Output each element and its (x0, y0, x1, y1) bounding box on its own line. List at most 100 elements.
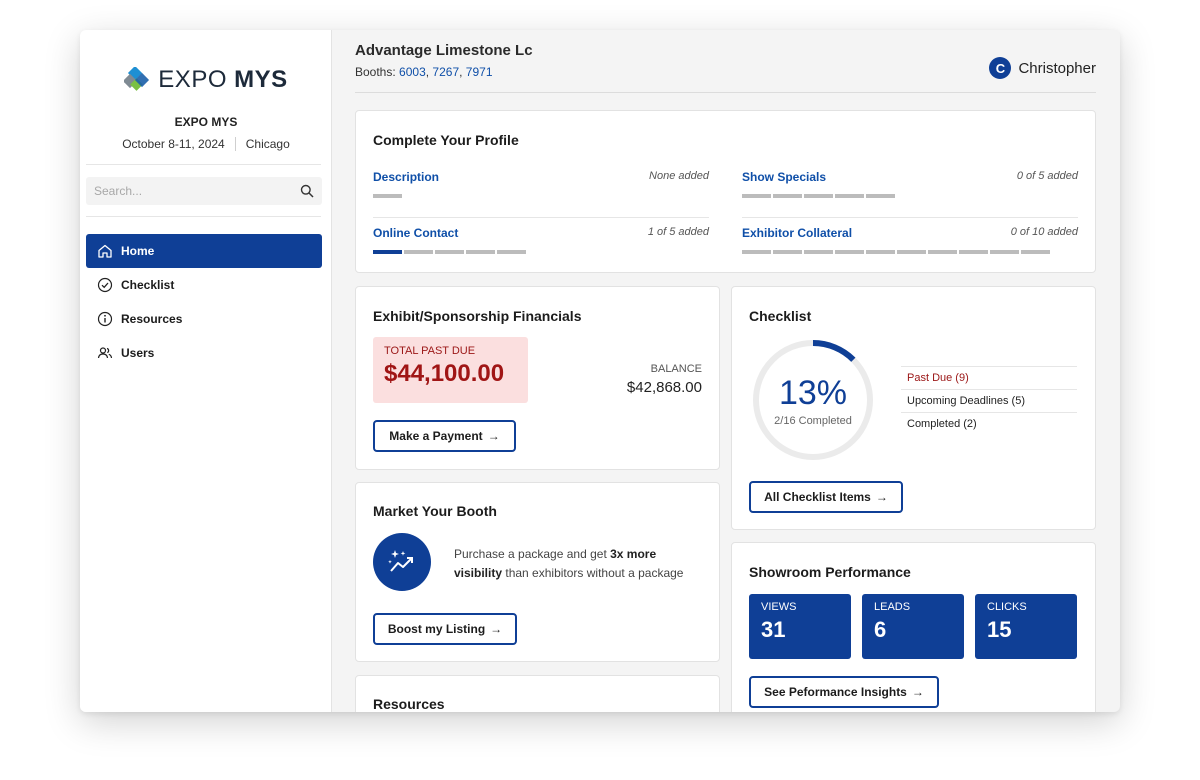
stat-label: CLICKS (987, 601, 1027, 613)
progress-segment (497, 250, 526, 254)
user-menu[interactable]: C Christopher (989, 57, 1096, 79)
make-payment-button[interactable]: Make a Payment → (373, 420, 516, 452)
progress-segment (466, 250, 495, 254)
progress-segment (897, 250, 926, 254)
home-icon (98, 244, 112, 258)
booth-link[interactable]: 7971 (466, 65, 493, 79)
stat-views: VIEWS 31 (749, 594, 851, 659)
booth-link[interactable]: 6003 (399, 65, 426, 79)
divider (742, 217, 1078, 218)
past-due-label: TOTAL PAST DUE (384, 345, 476, 357)
progress-bar (373, 250, 709, 254)
checklist-status-list: Past Due (9) Upcoming Deadlines (5) Comp… (901, 366, 1077, 435)
past-due-amount: $44,100.00 (384, 360, 505, 387)
profile-item-description[interactable]: Description None added (373, 170, 709, 198)
balance-label: BALANCE (650, 363, 702, 375)
stat-clicks: CLICKS 15 (975, 594, 1077, 659)
event-dates: October 8-11, 2024 (122, 137, 225, 151)
search-icon[interactable] (300, 184, 314, 198)
progress-segment (804, 250, 833, 254)
card-title: Checklist (749, 308, 812, 324)
logo-mark-icon (123, 65, 150, 93)
financials-card: Exhibit/Sponsorship Financials TOTAL PAS… (355, 286, 720, 470)
sidebar-item-resources[interactable]: Resources (86, 302, 322, 336)
arrow-right-icon: → (875, 490, 888, 504)
stat-label: LEADS (874, 601, 911, 613)
sidebar-item-label: Users (121, 346, 155, 360)
progress-segment (959, 250, 988, 254)
profile-item-count: None added (649, 170, 709, 182)
booth-link[interactable]: 7267 (432, 65, 459, 79)
performance-card: Showroom Performance VIEWS 31 LEADS 6 CL… (731, 542, 1096, 712)
progress-bar (373, 194, 709, 198)
sidebar-item-home[interactable]: Home (86, 234, 322, 268)
progress-segment (742, 250, 771, 254)
progress-segment (866, 194, 895, 198)
search-input[interactable] (94, 184, 274, 198)
sidebar-item-users[interactable]: Users (86, 336, 322, 370)
stat-label: VIEWS (761, 601, 797, 613)
progress-segment (773, 194, 802, 198)
event-info: EXPO MYS October 8-11, 2024 Chicago (80, 115, 332, 151)
card-title: Resources (373, 696, 445, 712)
checklist-row-completed[interactable]: Completed (2) (901, 412, 1077, 435)
checklist-row-past-due[interactable]: Past Due (9) (901, 366, 1077, 389)
market-card: Market Your Booth Purchase a package and… (355, 482, 720, 662)
arrow-right-icon: → (487, 429, 500, 443)
progress-bar (742, 194, 1078, 198)
profile-item-count: 0 of 10 added (1010, 226, 1078, 238)
progress-segment (404, 250, 433, 254)
progress-segment (835, 194, 864, 198)
card-title: Market Your Booth (373, 503, 497, 519)
sidebar: EXPO MYS EXPO MYS October 8-11, 2024 Chi… (80, 30, 332, 712)
profile-item-exhibitor-collateral[interactable]: Exhibitor Collateral 0 of 10 added (742, 226, 1078, 254)
users-icon (97, 347, 113, 359)
check-circle-icon (97, 277, 113, 293)
brand-logo[interactable]: EXPO MYS (80, 65, 332, 94)
card-title: Exhibit/Sponsorship Financials (373, 308, 582, 324)
divider (86, 164, 321, 165)
progress-segment (742, 194, 771, 198)
stat-value: 31 (761, 617, 786, 642)
main-content: Advantage Limestone Lc Booths: 6003, 726… (332, 30, 1120, 712)
progress-bar (742, 250, 1078, 254)
event-name: EXPO MYS (174, 115, 238, 129)
user-name: Christopher (1018, 59, 1096, 77)
card-title: Showroom Performance (749, 564, 911, 580)
avatar: C (989, 57, 1012, 79)
profile-card: Complete Your Profile Description None a… (355, 110, 1096, 273)
sidebar-nav: Home Checklist Resources Users (86, 234, 322, 370)
profile-item-online-contact[interactable]: Online Contact 1 of 5 added (373, 226, 709, 254)
logo-text: EXPO MYS (158, 66, 288, 93)
profile-item-count: 0 of 5 added (1016, 170, 1078, 182)
checklist-percent: 13% (778, 373, 848, 412)
app-window: EXPO MYS EXPO MYS October 8-11, 2024 Chi… (80, 30, 1120, 712)
checklist-row-upcoming[interactable]: Upcoming Deadlines (5) (901, 389, 1077, 412)
boost-listing-button[interactable]: Boost my Listing → (373, 613, 517, 645)
progress-segment (773, 250, 802, 254)
divider (355, 92, 1096, 93)
progress-segment (1021, 250, 1050, 254)
performance-insights-button[interactable]: See Peformance Insights → (749, 676, 939, 708)
progress-segment (373, 194, 402, 198)
sidebar-item-label: Resources (121, 312, 183, 326)
profile-item-show-specials[interactable]: Show Specials 0 of 5 added (742, 170, 1078, 198)
market-description: Purchase a package and get 3x more visib… (454, 547, 684, 580)
arrow-right-icon: → (911, 685, 924, 699)
event-city: Chicago (245, 137, 290, 151)
progress-segment (990, 250, 1019, 254)
stat-value: 15 (987, 617, 1012, 642)
resources-card: Resources (355, 675, 720, 712)
progress-segment (435, 250, 464, 254)
all-checklist-items-button[interactable]: All Checklist Items → (749, 481, 903, 513)
progress-segment (928, 250, 957, 254)
sidebar-item-label: Home (121, 244, 155, 258)
profile-item-count: 1 of 5 added (647, 226, 709, 238)
progress-segment (804, 194, 833, 198)
balance-amount: $42,868.00 (626, 379, 702, 396)
sidebar-item-checklist[interactable]: Checklist (86, 268, 322, 302)
ring-label: 13% 2/16 Completed (750, 337, 876, 463)
booth-list: Booths: 6003, 7267, 7971 (355, 65, 493, 79)
arrow-right-icon: → (490, 622, 503, 636)
balance: BALANCE $42,868.00 (627, 363, 702, 396)
